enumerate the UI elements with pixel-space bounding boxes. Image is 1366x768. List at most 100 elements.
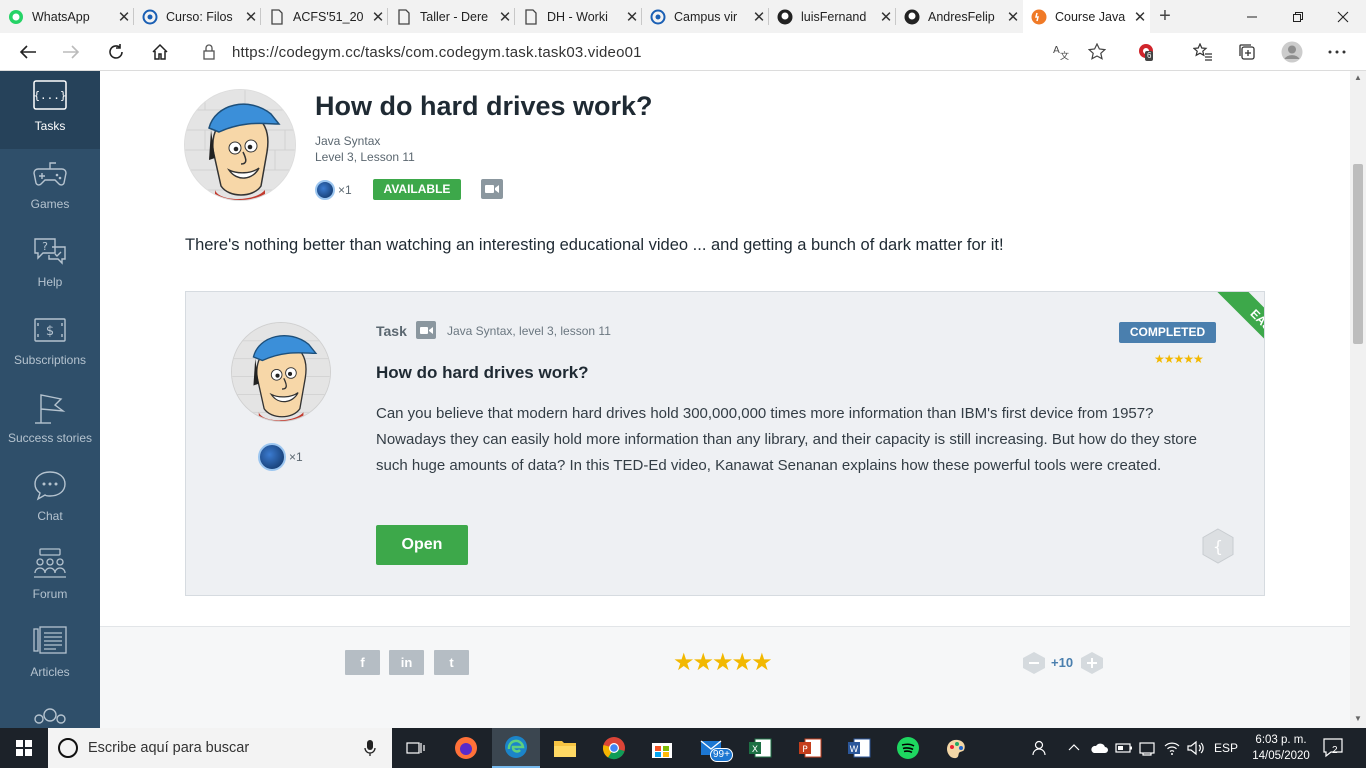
collections-button[interactable] xyxy=(1233,38,1261,66)
favorites-button[interactable] xyxy=(1189,38,1217,66)
dark-matter-icon xyxy=(258,443,286,471)
code-hexagon-icon[interactable]: { xyxy=(1200,528,1236,564)
close-window-button[interactable] xyxy=(1320,0,1366,33)
notification-center-icon[interactable]: 2 xyxy=(1322,736,1346,760)
sidebar-item-articles[interactable]: Articles xyxy=(0,617,100,695)
windows-start-button[interactable] xyxy=(0,728,48,768)
rate-stars[interactable]: ★★★★★ xyxy=(673,648,773,677)
sidebar-item-subscriptions[interactable]: $ Subscriptions xyxy=(0,305,100,383)
url-text: https://codegym.cc/tasks/com.codegym.tas… xyxy=(232,44,642,61)
task-view-icon[interactable] xyxy=(392,728,440,768)
tab-curso[interactable]: Curso: Filos ✕ xyxy=(134,0,261,33)
tab-codegym-active[interactable]: Course Java ✕ xyxy=(1023,0,1150,33)
github-icon xyxy=(904,9,920,25)
translate-icon[interactable]: A文 xyxy=(1052,43,1070,66)
tab-taller[interactable]: Taller - Dere ✕ xyxy=(388,0,515,33)
volume-icon[interactable] xyxy=(1187,740,1205,759)
tab-label: Campus vir xyxy=(674,9,738,24)
taskbar-clock[interactable]: 6:03 p. m. 14/05/2020 xyxy=(1241,732,1321,764)
twitter-share-button[interactable]: t xyxy=(434,650,469,675)
sidebar-item-tasks[interactable]: {...} Tasks xyxy=(0,71,100,149)
chevron-up-icon[interactable] xyxy=(1068,740,1080,759)
course-name: Java Syntax xyxy=(315,134,381,148)
home-button[interactable] xyxy=(146,38,174,66)
tab-dh[interactable]: DH - Worki ✕ xyxy=(515,0,642,33)
dark-matter-count: ×1 xyxy=(289,450,303,464)
close-icon[interactable]: ✕ xyxy=(749,8,769,26)
back-button[interactable] xyxy=(14,38,42,66)
word-icon[interactable]: W xyxy=(835,728,883,768)
keyboard-icon[interactable] xyxy=(1139,740,1157,759)
sidebar-item-label: Articles xyxy=(30,665,70,679)
battery-icon[interactable] xyxy=(1115,740,1133,759)
search-placeholder: Escribe aquí para buscar xyxy=(88,740,250,756)
powerpoint-icon[interactable]: P xyxy=(786,728,834,768)
file-explorer-icon[interactable] xyxy=(541,728,589,768)
close-icon[interactable]: ✕ xyxy=(368,8,388,26)
tab-label: Course Java xyxy=(1055,9,1126,24)
close-icon[interactable]: ✕ xyxy=(1003,8,1023,26)
downvote-button[interactable] xyxy=(1021,651,1047,675)
close-icon[interactable]: ✕ xyxy=(241,8,261,26)
firefox-icon[interactable] xyxy=(442,728,490,768)
sidebar-item-label: Subscriptions xyxy=(13,353,87,367)
close-icon[interactable]: ✕ xyxy=(495,8,515,26)
onedrive-icon[interactable] xyxy=(1090,740,1108,759)
scroll-down-icon[interactable]: ▼ xyxy=(1353,714,1363,724)
close-icon[interactable]: ✕ xyxy=(876,8,896,26)
taskbar-search-box[interactable]: Escribe aquí para buscar xyxy=(48,728,392,768)
browser-toolbar: https://codegym.cc/tasks/com.codegym.tas… xyxy=(0,33,1366,71)
edge-icon[interactable] xyxy=(492,728,540,768)
sidebar-item-help[interactable]: ? Help xyxy=(0,227,100,305)
profile-avatar[interactable] xyxy=(1278,38,1306,66)
sidebar-item-more[interactable] xyxy=(0,695,100,728)
favorite-star-icon[interactable] xyxy=(1087,42,1107,66)
paint-icon[interactable] xyxy=(932,728,980,768)
close-icon[interactable]: ✕ xyxy=(114,8,134,26)
sidebar-item-success-stories[interactable]: Success stories xyxy=(0,383,100,461)
sidebar-item-label: Chat xyxy=(37,509,63,523)
store-icon[interactable] xyxy=(638,728,686,768)
open-button[interactable]: Open xyxy=(376,525,468,565)
linkedin-share-button[interactable]: in xyxy=(389,650,424,675)
facebook-share-button[interactable]: f xyxy=(345,650,380,675)
page-scrollbar[interactable]: ▲ ▼ xyxy=(1350,71,1366,728)
language-indicator[interactable]: ESP xyxy=(1214,741,1238,755)
excel-icon[interactable]: X xyxy=(736,728,784,768)
sidebar-item-games[interactable]: Games xyxy=(0,149,100,227)
people-icon[interactable] xyxy=(1031,740,1047,759)
chrome-icon[interactable] xyxy=(590,728,638,768)
spotify-icon[interactable] xyxy=(884,728,932,768)
minimize-button[interactable] xyxy=(1229,0,1275,33)
clock-date: 14/05/2020 xyxy=(1252,750,1310,762)
close-icon[interactable]: ✕ xyxy=(622,8,642,26)
microphone-icon[interactable] xyxy=(364,739,376,762)
svg-text:{...}: {...} xyxy=(33,89,66,102)
upvote-button[interactable] xyxy=(1079,651,1105,675)
more-menu-icon[interactable] xyxy=(1323,38,1351,66)
scrollbar-thumb[interactable] xyxy=(1353,164,1363,344)
sidebar-item-label: Tasks xyxy=(34,119,66,133)
tab-campus[interactable]: Campus vir ✕ xyxy=(642,0,769,33)
sidebar-item-chat[interactable]: Chat xyxy=(0,461,100,539)
main-content: How do hard drives work? Java Syntax Lev… xyxy=(100,71,1350,728)
mail-icon[interactable]: 99+ xyxy=(688,728,736,768)
address-bar[interactable]: https://codegym.cc/tasks/com.codegym.tas… xyxy=(187,37,1117,67)
refresh-button[interactable] xyxy=(102,38,130,66)
tab-whatsapp[interactable]: WhatsApp ✕ xyxy=(0,0,134,33)
close-icon[interactable]: ✕ xyxy=(1130,8,1150,26)
tab-acfs[interactable]: ACFS'51_20 ✕ xyxy=(261,0,388,33)
tab-github-andres[interactable]: AndresFelip ✕ xyxy=(896,0,1023,33)
extension-button[interactable]: 6 xyxy=(1133,38,1161,66)
scroll-up-icon[interactable]: ▲ xyxy=(1353,73,1363,83)
mascot-avatar xyxy=(184,89,296,201)
sidebar-item-forum[interactable]: Forum xyxy=(0,539,100,617)
new-tab-button[interactable]: + xyxy=(1153,4,1177,28)
wifi-icon[interactable] xyxy=(1163,740,1181,759)
tab-github-luis[interactable]: luisFernand ✕ xyxy=(769,0,896,33)
svg-text:A: A xyxy=(1053,45,1060,56)
maximize-button[interactable] xyxy=(1275,0,1321,33)
forward-button[interactable] xyxy=(57,38,85,66)
subscriptions-icon: $ xyxy=(34,318,66,342)
task-type-label: Task xyxy=(376,323,407,339)
